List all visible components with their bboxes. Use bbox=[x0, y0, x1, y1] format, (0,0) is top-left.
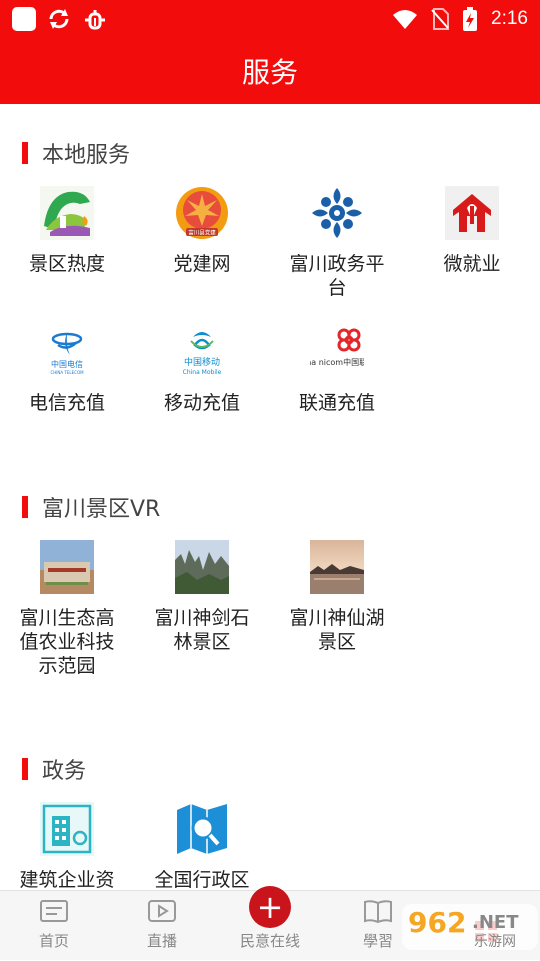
service-telecom-recharge[interactable]: 中国电信 CHINA TELECOM 电信充值 bbox=[7, 325, 127, 415]
section-header-gov: 政务 bbox=[22, 753, 86, 785]
tab-home[interactable]: 首页 bbox=[0, 891, 108, 961]
telecom-logo-text-cn: 中国电信 bbox=[51, 359, 83, 369]
telecom-logo-text-en: CHINA TELECOM bbox=[50, 370, 84, 375]
china-telecom-icon: 中国电信 CHINA TELECOM bbox=[40, 325, 94, 379]
section-marker bbox=[22, 758, 28, 780]
service-label: 建筑企业资 bbox=[19, 869, 115, 890]
section-title: 富川景区VR bbox=[42, 497, 161, 522]
battery-charging-icon bbox=[463, 7, 478, 31]
service-unicom-recharge[interactable]: hina nicom中国联通 联通充值 bbox=[277, 325, 397, 415]
section-title: 本地服务 bbox=[42, 143, 131, 168]
bug-icon bbox=[85, 10, 105, 30]
watermark-number: 962 bbox=[408, 906, 466, 939]
section-marker bbox=[22, 496, 28, 518]
section-title: 政务 bbox=[42, 759, 87, 784]
service-label: 微就业 bbox=[443, 253, 501, 275]
app-header: 服务 bbox=[0, 38, 540, 104]
status-time: 2:16 bbox=[491, 8, 528, 29]
service-label: 移动充值 bbox=[163, 392, 240, 414]
home-news-icon bbox=[40, 900, 68, 922]
vr-stone-forest[interactable]: 富川神剑石林景区 bbox=[142, 540, 262, 654]
scenic-heat-icon bbox=[40, 186, 94, 240]
tab-label: 直播 bbox=[146, 932, 177, 950]
section-marker bbox=[22, 142, 28, 164]
party-logo-text: 富川县党建 bbox=[188, 229, 216, 237]
service-label: 富川生态高值农业科技示范园 bbox=[19, 607, 115, 677]
service-micro-employment[interactable]: 微就业 bbox=[412, 186, 532, 276]
china-unicom-icon: hina nicom中国联通 bbox=[310, 325, 364, 379]
unicom-logo-text: hina nicom中国联通 bbox=[310, 357, 364, 367]
live-play-icon bbox=[148, 900, 176, 922]
service-label: 全国行政区 bbox=[154, 869, 250, 890]
vr-eco-park[interactable]: 富川生态高值农业科技示范园 bbox=[7, 540, 127, 678]
service-label: 党建网 bbox=[173, 253, 231, 275]
mobile-logo-text-en: China Mobile bbox=[183, 369, 222, 376]
sync-icon bbox=[49, 9, 69, 29]
no-sim-icon bbox=[431, 8, 450, 30]
section-header-vr: 富川景区VR bbox=[22, 491, 160, 523]
mobile-logo-text-cn: 中国移动 bbox=[184, 356, 220, 368]
service-label: 富川政务平台 bbox=[289, 253, 385, 299]
wifi-icon bbox=[393, 10, 418, 29]
eco-park-photo bbox=[40, 540, 94, 594]
micro-employment-icon bbox=[445, 186, 499, 240]
service-label: 电信充值 bbox=[28, 392, 105, 414]
status-right: 2:16 bbox=[393, 7, 528, 31]
vr-lake[interactable]: 富川神仙湖景区 bbox=[277, 540, 397, 654]
page-title: 服务 bbox=[241, 56, 298, 89]
service-mobile-recharge[interactable]: 中国移动 China Mobile 移动充值 bbox=[142, 325, 262, 415]
party-building-icon: 富川县党建 bbox=[175, 186, 229, 240]
building-enterprise-icon bbox=[40, 802, 94, 856]
service-label: 富川神剑石林景区 bbox=[154, 607, 250, 653]
tab-live[interactable]: 直播 bbox=[108, 891, 216, 961]
book-icon bbox=[364, 900, 392, 924]
china-mobile-icon: 中国移动 China Mobile bbox=[175, 325, 229, 379]
gov-building-enterprise[interactable]: 建筑企业资 bbox=[7, 802, 127, 890]
watermark-text: 乐游网 bbox=[474, 934, 516, 950]
gov-platform-icon bbox=[310, 186, 364, 240]
stone-forest-photo bbox=[175, 540, 229, 594]
tab-label: 學習 bbox=[362, 932, 393, 950]
watermark-suffix: .NET bbox=[472, 912, 519, 933]
map-search-icon bbox=[175, 802, 229, 856]
app-square-icon bbox=[12, 7, 36, 31]
lake-photo bbox=[310, 540, 364, 594]
status-left bbox=[12, 6, 108, 32]
service-party-building[interactable]: 富川县党建 党建网 bbox=[142, 186, 262, 276]
service-gov-platform[interactable]: 富川政务平台 bbox=[277, 186, 397, 300]
service-label: 景区热度 bbox=[28, 253, 105, 275]
service-label: 富川神仙湖景区 bbox=[289, 607, 385, 653]
gov-admin-region[interactable]: 全国行政区 bbox=[142, 802, 262, 890]
status-bar: 2:16 bbox=[0, 0, 540, 38]
service-list[interactable]: 本地服务 景区热度 富川县党建 党建网 富川政务平台 微就业 中国电信 CHIN… bbox=[0, 104, 540, 890]
plus-icon[interactable]: + bbox=[249, 886, 291, 928]
tab-label: 首页 bbox=[38, 932, 69, 950]
tab-label: 民意在线 bbox=[239, 932, 300, 950]
section-header-local: 本地服务 bbox=[22, 137, 130, 169]
watermark-logo: 962 .NET 乐游网 bbox=[402, 904, 538, 950]
service-label: 联通充值 bbox=[298, 392, 375, 414]
service-scenic-heat[interactable]: 景区热度 bbox=[7, 186, 127, 276]
